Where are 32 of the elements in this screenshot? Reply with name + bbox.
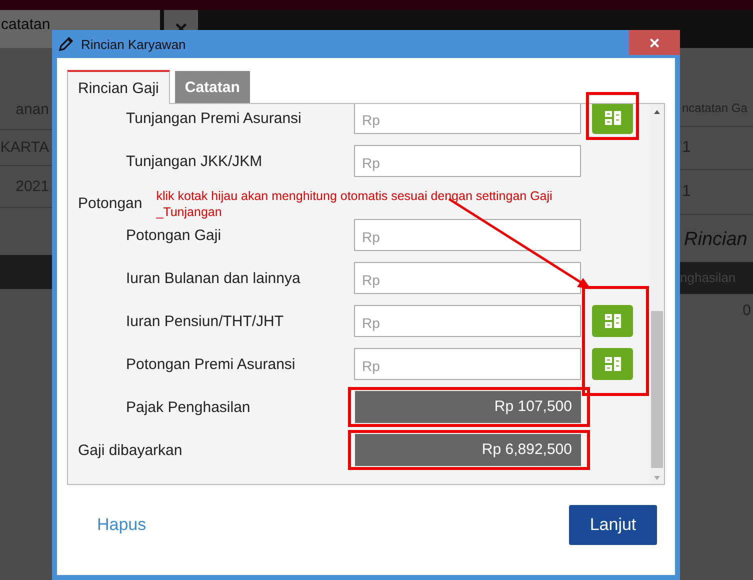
input-field[interactable]: Rp [354, 145, 581, 177]
field-label: Iuran Pensiun/THT/JHT [125, 312, 285, 330]
calculate-button[interactable] [592, 305, 633, 337]
calculator-icon [604, 314, 620, 328]
field-label: Gaji dibayarkan [77, 442, 184, 458]
calculator-icon [604, 111, 620, 125]
tab[interactable]: Catatan [174, 71, 250, 103]
annotation-text: klik kotak hijau akan menghitung otomatis sesuai dengan settingan Gaji _Tunjangan [156, 188, 554, 220]
next-button[interactable]: Lanjut [569, 505, 657, 545]
input-field[interactable]: Rp [354, 305, 581, 337]
total-value: Rp 107,500 [355, 391, 581, 423]
field-label: Potongan Premi Asuransi [125, 356, 296, 372]
tab[interactable]: Rincian Gaji [67, 70, 170, 104]
section-heading: Rincian [683, 229, 748, 251]
pencil-icon [58, 36, 74, 52]
calculate-button[interactable] [592, 104, 633, 134]
field-label: Tunjangan Premi Asuransi [125, 110, 302, 126]
delete-link[interactable]: Hapus [97, 515, 146, 535]
table-header-bar [0, 255, 52, 289]
input-field[interactable]: Rp [354, 219, 581, 251]
field-label: Potongan Gaji [125, 226, 222, 244]
field-label: Iuran Bulanan dan lainnya [125, 270, 302, 286]
calculator-icon [604, 357, 620, 371]
input-field[interactable]: Rp [354, 348, 581, 380]
close-button[interactable]: × [629, 30, 680, 55]
total-value: Rp 6,892,500 [355, 434, 581, 466]
field-label: Tunjangan JKK/JKM [125, 152, 264, 170]
calculate-button[interactable] [592, 348, 633, 380]
input-field[interactable]: Rp [354, 262, 581, 294]
field-label: Pajak Penghasilan [125, 398, 252, 416]
section-label: Potongan [77, 195, 142, 212]
input-field[interactable]: Rp [354, 104, 581, 134]
